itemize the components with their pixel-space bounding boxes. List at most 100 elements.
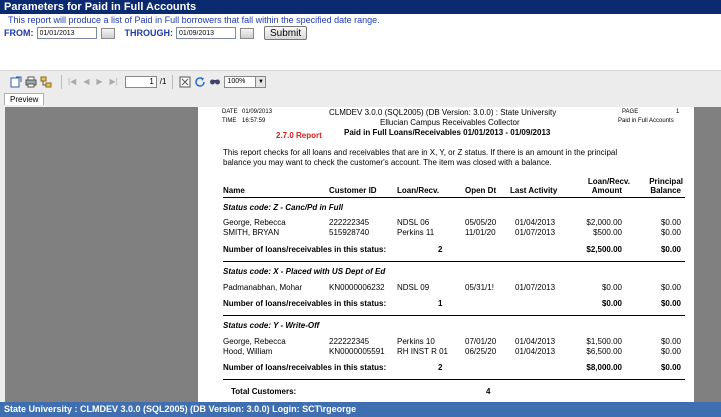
system-line: CLMDEV 3.0.0 (SQL2005) (DB Version: 3.0.… bbox=[329, 108, 557, 117]
viewer-toolbar: |◀ ◀ ▶ ▶| 1 /1 100% ▼ bbox=[0, 71, 721, 92]
page-label: PAGE bbox=[622, 109, 639, 115]
row-balance: $0.00 bbox=[660, 283, 681, 292]
status-total-amount: $8,000.00 bbox=[586, 363, 622, 372]
status-bar: State University : CLMDEV 3.0.0 (SQL2005… bbox=[0, 402, 721, 417]
row-loan: RH INST R 01 bbox=[397, 347, 448, 356]
row-customer-id: 222222345 bbox=[329, 337, 370, 346]
status-count-label: Number of loans/receivables in this stat… bbox=[223, 363, 387, 372]
search-icon[interactable] bbox=[209, 76, 221, 88]
last-page-icon[interactable]: ▶| bbox=[110, 77, 118, 86]
row-open-dt: 06/25/20 bbox=[465, 347, 497, 356]
refresh-icon[interactable] bbox=[194, 76, 206, 88]
row-name: George, Rebecca bbox=[223, 218, 286, 227]
row-amount: $0.00 bbox=[601, 283, 622, 292]
row-amount: $2,000.00 bbox=[586, 218, 622, 227]
group-title: Status code: X - Placed with US Dept of … bbox=[223, 267, 386, 276]
row-balance: $0.00 bbox=[660, 347, 681, 356]
from-date-input[interactable] bbox=[36, 27, 97, 39]
chevron-down-icon[interactable]: ▼ bbox=[255, 76, 266, 87]
col-name: Name bbox=[223, 186, 245, 195]
report-title: Paid in Full Loans/Receivables 01/01/201… bbox=[344, 128, 551, 137]
row-loan: Perkins 11 bbox=[397, 228, 435, 237]
total-customers-label: Total Customers: bbox=[231, 387, 297, 396]
row-amount: $6,500.00 bbox=[586, 347, 622, 356]
toolbar-divider bbox=[61, 74, 62, 89]
window-title: Parameters for Paid in Full Accounts bbox=[0, 0, 721, 14]
through-calendar-icon[interactable] bbox=[240, 27, 254, 39]
row-loan: NDSL 06 bbox=[397, 218, 430, 227]
status-count: 2 bbox=[438, 245, 443, 254]
row-open-dt: 05/05/20 bbox=[465, 218, 497, 227]
status-count-label: Number of loans/receivables in this stat… bbox=[223, 299, 387, 308]
row-open-dt: 11/01/20 bbox=[465, 228, 496, 237]
row-open-dt: 07/01/20 bbox=[465, 337, 497, 346]
report-description: This report will produce a list of Paid … bbox=[8, 15, 380, 25]
document-pane[interactable]: DATE 01/09/2013 TIME 16:57:59 CLMDEV 3.0… bbox=[188, 107, 721, 403]
row-name: Padmanabhan, Mohar bbox=[223, 283, 303, 292]
row-last-activity: 01/04/2013 bbox=[515, 347, 556, 356]
date-value: 01/09/2013 bbox=[242, 109, 273, 115]
group-tree-icon[interactable] bbox=[40, 76, 52, 88]
header-divider bbox=[223, 197, 685, 198]
status-total-balance: $0.00 bbox=[660, 299, 681, 308]
row-amount: $1,500.00 bbox=[586, 337, 622, 346]
zoom-select[interactable]: 100% ▼ bbox=[224, 75, 267, 88]
row-last-activity: 01/07/2013 bbox=[515, 228, 556, 237]
row-name: George, Rebecca bbox=[223, 337, 286, 346]
intro-line-1: This report checks for all loans and rec… bbox=[223, 148, 618, 157]
row-loan: Perkins 10 bbox=[397, 337, 435, 346]
page-total: /1 bbox=[159, 77, 167, 86]
report-name: Paid in Full Accounts bbox=[618, 118, 674, 124]
first-page-icon[interactable]: |◀ bbox=[68, 77, 76, 86]
from-label: FROM: bbox=[4, 28, 34, 38]
group-divider bbox=[223, 379, 685, 380]
export-icon[interactable] bbox=[10, 76, 22, 88]
row-customer-id: 222222345 bbox=[329, 218, 370, 227]
date-range-form: FROM: THROUGH: Submit bbox=[4, 26, 308, 40]
status-count: 1 bbox=[438, 299, 443, 308]
submit-button[interactable]: Submit bbox=[264, 26, 308, 40]
row-customer-id: KN0000006232 bbox=[329, 283, 385, 292]
status-total-amount: $2,500.00 bbox=[586, 245, 622, 254]
from-calendar-icon[interactable] bbox=[100, 27, 115, 39]
row-name: Hood, William bbox=[223, 347, 273, 356]
close-view-icon[interactable] bbox=[179, 76, 191, 88]
prev-page-icon[interactable]: ◀ bbox=[83, 77, 89, 86]
row-balance: $0.00 bbox=[660, 337, 681, 346]
report-page: DATE 01/09/2013 TIME 16:57:59 CLMDEV 3.0… bbox=[198, 107, 694, 403]
col-amount-line-2: Amount bbox=[591, 186, 622, 195]
group-title: Status code: Y - Write-Off bbox=[223, 321, 320, 330]
time-label: TIME bbox=[222, 118, 237, 124]
row-open-dt: 05/31/1! bbox=[465, 283, 494, 292]
row-customer-id: 515928740 bbox=[329, 228, 370, 237]
through-label: THROUGH: bbox=[124, 28, 174, 38]
col-principal-line-2: Balance bbox=[650, 186, 681, 195]
app-line: Ellucian Campus Receivables Collector bbox=[380, 118, 520, 127]
through-date-input[interactable] bbox=[176, 27, 236, 39]
row-last-activity: 01/07/2013 bbox=[515, 283, 556, 292]
print-icon[interactable] bbox=[25, 76, 37, 88]
row-customer-id: KN0000005591 bbox=[329, 347, 385, 356]
time-value: 16:57:59 bbox=[242, 118, 266, 124]
status-total-balance: $0.00 bbox=[660, 245, 681, 254]
col-open-dt: Open Dt bbox=[465, 186, 497, 195]
col-customer-id: Customer ID bbox=[329, 186, 377, 195]
toolbar-divider bbox=[172, 74, 174, 89]
col-loan: Loan/Recv. bbox=[397, 186, 440, 195]
row-amount: $500.00 bbox=[593, 228, 622, 237]
group-tree-pane bbox=[5, 107, 188, 403]
next-page-icon[interactable]: ▶ bbox=[96, 77, 102, 86]
row-balance: $0.00 bbox=[660, 228, 681, 237]
col-amount-line-1: Loan/Recv. bbox=[587, 177, 630, 186]
page-value: 1 bbox=[676, 109, 680, 115]
status-count-label: Number of loans/receivables in this stat… bbox=[223, 245, 387, 254]
intro-line-2: balance you may want to check the custom… bbox=[223, 158, 552, 167]
row-last-activity: 01/04/2013 bbox=[515, 218, 556, 227]
tab-preview[interactable]: Preview bbox=[4, 93, 45, 105]
col-principal-line-1: Principal bbox=[649, 177, 683, 186]
row-name: SMITH, BRYAN bbox=[223, 228, 280, 237]
page-number-input[interactable]: 1 bbox=[124, 75, 157, 88]
row-balance: $0.00 bbox=[660, 218, 681, 227]
row-last-activity: 01/04/2013 bbox=[515, 337, 556, 346]
group-divider bbox=[223, 261, 685, 262]
